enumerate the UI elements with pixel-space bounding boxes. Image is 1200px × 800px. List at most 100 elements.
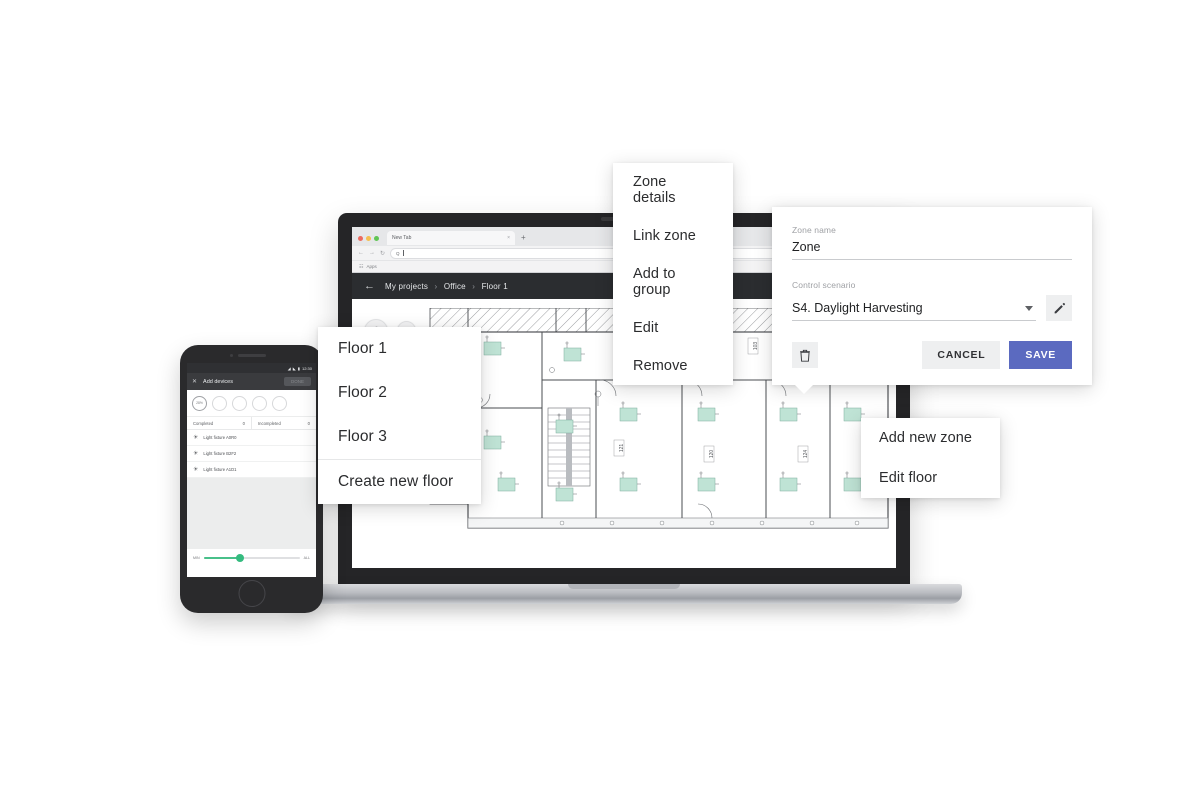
signal-icon: ◣ [292, 365, 296, 371]
pencil-icon [1054, 302, 1065, 313]
stat-completed: Completed 0 [187, 417, 251, 429]
menu-item-remove[interactable]: Remove [613, 347, 733, 385]
progress-step-1: 28% [192, 395, 207, 411]
menu-item-edit[interactable]: Edit [613, 309, 733, 347]
light-bulb-icon: ☀ [193, 434, 199, 441]
progress-step-4 [252, 395, 267, 411]
laptop-base [286, 584, 962, 604]
done-button[interactable]: DONE [283, 377, 311, 386]
breadcrumb-item-projects[interactable]: My projects [385, 282, 428, 291]
delete-zone-button[interactable] [792, 342, 818, 368]
breadcrumb-item-floor[interactable]: Floor 1 [482, 282, 508, 291]
cancel-button[interactable]: CANCEL [922, 341, 1001, 369]
device-list[interactable]: ☀ Light fixture A0R0 ☀ Light fixture B2F… [187, 430, 316, 478]
zone-name-input[interactable]: Zone [792, 240, 1072, 260]
menu-item-add-to-group[interactable]: Add to group [613, 255, 733, 309]
control-scenario-value: S4. Daylight Harvesting [792, 301, 923, 315]
stat-incompleted: Incompleted 0 [251, 417, 316, 429]
phone-earpiece [237, 354, 266, 357]
floors-dropdown-menu: Floor 1 Floor 2 Floor 3 Create new floor [318, 327, 481, 504]
window-controls[interactable] [358, 235, 379, 241]
brightness-slider[interactable]: MIN ALL [187, 548, 316, 567]
battery-icon: ▮ [297, 365, 300, 371]
svg-text:103: 103 [753, 342, 759, 351]
minimize-window-button[interactable] [366, 235, 371, 241]
svg-text:120: 120 [709, 450, 715, 459]
edit-scenario-button[interactable] [1046, 295, 1072, 321]
progress-step-3 [232, 395, 247, 411]
menu-item-floor-2[interactable]: Floor 2 [318, 371, 481, 415]
list-item[interactable]: ☀ Light fixture A1D1 [187, 462, 316, 478]
menu-item-floor-3[interactable]: Floor 3 [318, 415, 481, 459]
breadcrumb-separator: › [434, 281, 438, 291]
browser-tab-title: New Tab [392, 235, 412, 241]
stat-completed-value: 0 [242, 420, 245, 426]
zone-name-value: Zone [792, 240, 821, 254]
phone-app-bar: ✕ Add devices DONE [187, 373, 316, 390]
device-label: Light fixture A0R0 [203, 435, 237, 440]
device-stats: Completed 0 Incompleted 0 [187, 417, 316, 430]
phone-home-button[interactable] [238, 580, 265, 607]
wifi-icon: ◢ [287, 365, 291, 371]
browser-tab[interactable]: New Tab × [387, 231, 515, 245]
close-tab-icon[interactable]: × [507, 235, 510, 241]
stat-completed-label: Completed [193, 420, 214, 426]
composite-scene: New Tab × + ← → ↻ Q ☷ Apps ← My projects… [0, 0, 1200, 800]
svg-text:121: 121 [619, 444, 625, 453]
menu-item-floor-1[interactable]: Floor 1 [318, 327, 481, 371]
phone-device: ◢ ◣ ▮ 12:30 ✕ Add devices DONE 28% Compl… [180, 345, 323, 613]
zone-name-label: Zone name [792, 225, 836, 235]
trash-icon [800, 349, 810, 362]
text-caret [402, 250, 404, 256]
breadcrumb-item-office[interactable]: Office [444, 282, 466, 291]
device-label: Light fixture B2F2 [203, 451, 237, 456]
maximize-window-button[interactable] [374, 235, 379, 241]
list-item[interactable]: ☀ Light fixture A0R0 [187, 430, 316, 446]
menu-item-edit-floor[interactable]: Edit floor [861, 458, 1000, 498]
menu-item-zone-details[interactable]: Zone details [613, 163, 733, 217]
slider-thumb[interactable] [236, 554, 245, 562]
slider-max-label: ALL [303, 556, 310, 560]
zone-panel-buttons: CANCEL SAVE [922, 341, 1072, 369]
reload-icon[interactable]: ↻ [380, 250, 385, 257]
control-scenario-select[interactable]: S4. Daylight Harvesting [792, 301, 1036, 321]
device-list-empty-area [187, 478, 316, 548]
close-icon[interactable]: ✕ [192, 378, 197, 385]
progress-step-2 [212, 395, 227, 411]
apps-grid-icon[interactable]: ☷ [359, 264, 363, 270]
phone-status-bar: ◢ ◣ ▮ 12:30 [187, 363, 316, 373]
stat-incompleted-label: Incompleted [258, 420, 281, 426]
phone-screen-title: Add devices [203, 378, 233, 385]
progress-step-5 [272, 395, 287, 411]
forward-icon[interactable]: → [369, 250, 375, 256]
slider-fill [203, 557, 241, 559]
save-button[interactable]: SAVE [1009, 341, 1072, 369]
menu-item-add-new-zone[interactable]: Add new zone [861, 418, 1000, 458]
chevron-down-icon [1025, 305, 1033, 311]
breadcrumb: My projects › Office › Floor 1 [385, 282, 508, 291]
menu-item-create-new-floor[interactable]: Create new floor [318, 460, 481, 504]
control-scenario-label: Control scenario [792, 280, 856, 290]
breadcrumb-separator: › [472, 281, 476, 291]
list-item[interactable]: ☀ Light fixture B2F2 [187, 446, 316, 462]
new-tab-icon[interactable]: + [521, 234, 526, 242]
close-window-button[interactable] [358, 235, 363, 241]
slider-min-label: MIN [193, 556, 200, 560]
address-input-value: Q [396, 250, 400, 256]
svg-text:124: 124 [803, 450, 809, 459]
status-time: 12:30 [301, 365, 312, 371]
stat-incompleted-value: 0 [307, 420, 310, 426]
phone-screen: ◢ ◣ ▮ 12:30 ✕ Add devices DONE 28% Compl… [187, 363, 316, 577]
bookmark-apps-label[interactable]: Apps [366, 264, 376, 269]
phone-front-camera [229, 354, 233, 357]
zone-detail-panel: Zone name Zone Control scenario S4. Dayl… [772, 207, 1092, 394]
progress-percent: 28% [196, 401, 203, 405]
light-bulb-icon: ☀ [193, 450, 199, 457]
slider-track[interactable] [203, 554, 300, 562]
back-icon[interactable]: ← [358, 250, 364, 256]
app-back-icon[interactable]: ← [364, 280, 375, 292]
menu-item-link-zone[interactable]: Link zone [613, 217, 733, 255]
zone-name-field: Zone name Zone [792, 225, 1072, 260]
light-bulb-icon: ☀ [193, 466, 199, 473]
control-scenario-field: Control scenario S4. Daylight Harvesting [792, 280, 1072, 321]
